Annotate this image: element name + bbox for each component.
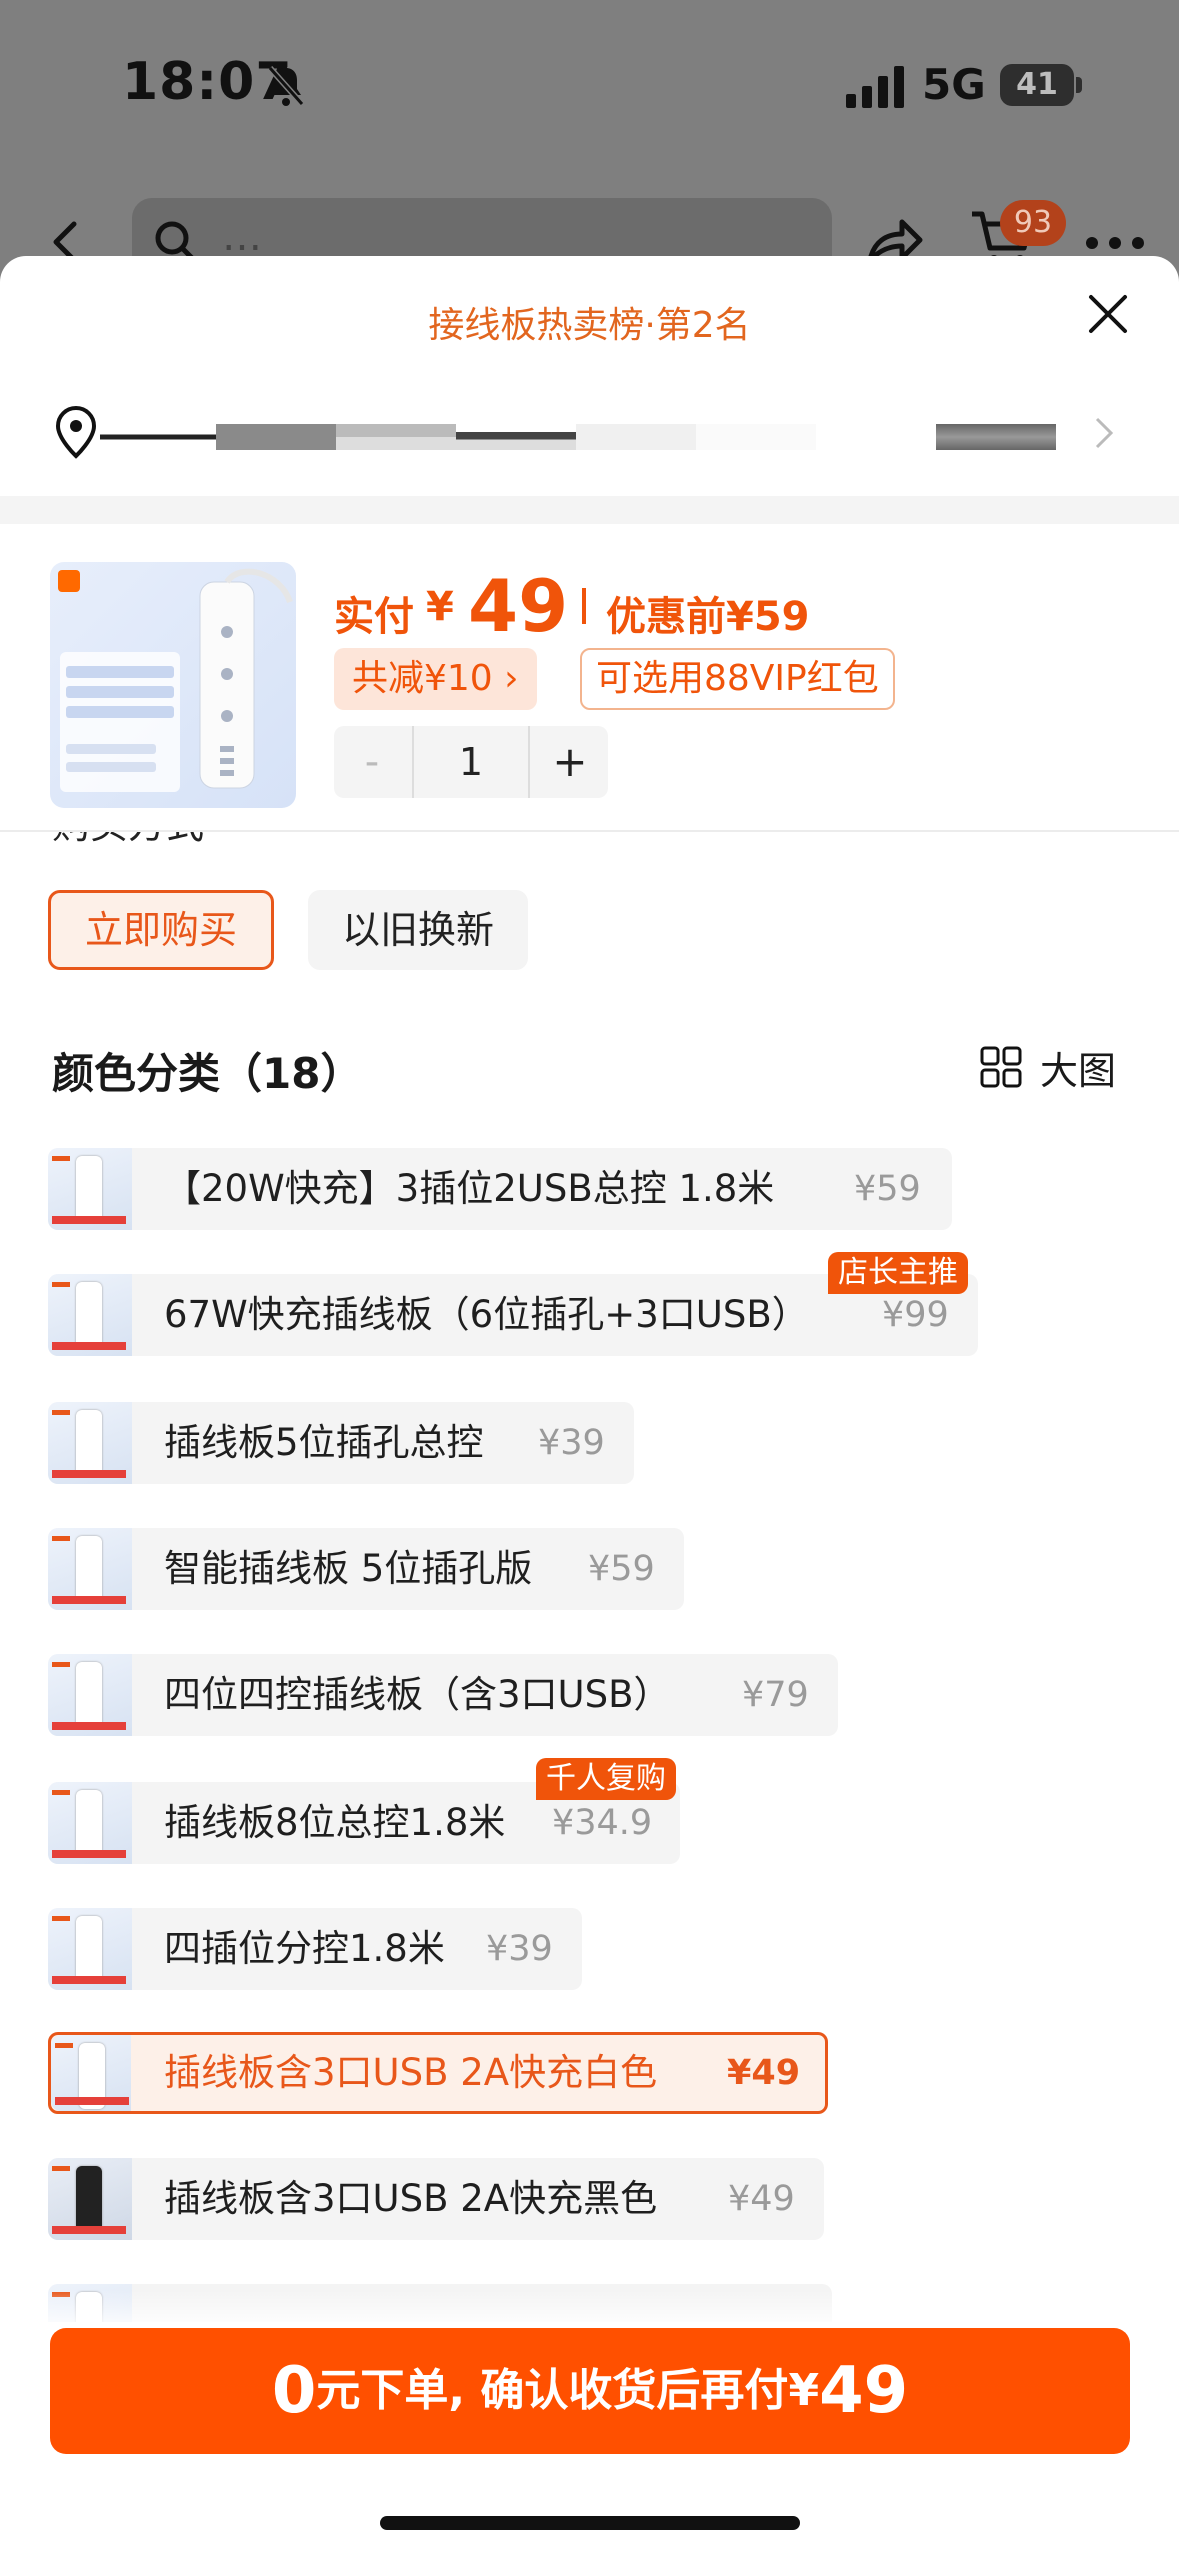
chevron-right-icon [1095, 417, 1114, 449]
variant-thumbnail [48, 1402, 132, 1484]
quantity-value[interactable]: 1 [412, 726, 530, 798]
cart-badge: 93 [1000, 200, 1066, 246]
address-redacted [100, 424, 1060, 450]
variant-name: 插线板含3口USB 2A快充白色 [164, 2051, 658, 2094]
variant-price: ¥59 [588, 1549, 655, 1589]
variant-name: 四插位分控1.8米 [164, 1927, 445, 1970]
vip-redpacket-chip[interactable]: 可选用88VIP红包 [580, 648, 895, 710]
power-strip-illustration [58, 568, 293, 792]
variant-name: 67W快充插线板（6位插孔+3口USB） [164, 1293, 809, 1336]
home-indicator [380, 2516, 800, 2530]
variant-thumbnail [51, 2035, 131, 2111]
cta-zero: 0 [271, 2354, 317, 2428]
variant-option[interactable]: 四插位分控1.8米 ¥39 [48, 1908, 582, 1990]
variant-price: ¥39 [538, 1423, 605, 1463]
price-before-discount: 优惠前¥59 [606, 594, 810, 640]
variant-price: ¥39 [486, 1929, 553, 1969]
final-price: 49 [468, 564, 569, 648]
variant-name: 插线板8位总控1.8米 [164, 1801, 506, 1844]
buy-now-option[interactable]: 立即购买 [48, 890, 275, 970]
background-search-text: … [222, 214, 262, 260]
more-icon[interactable] [1085, 236, 1145, 250]
ranking-title[interactable]: 接线板热卖榜·第2名 [0, 296, 1179, 348]
signal-icon [846, 66, 904, 108]
variant-option[interactable]: 插线板5位插孔总控 ¥39 [48, 1402, 634, 1484]
variant-thumbnail [48, 1654, 132, 1736]
variant-option[interactable]: 四位四控插线板（含3口USB） ¥79 [48, 1654, 838, 1736]
bell-muted-icon [267, 66, 305, 106]
variant-price: ¥49 [727, 2053, 801, 2093]
variant-thumbnail [48, 2158, 132, 2240]
cta-yen: ¥ [788, 2365, 820, 2416]
discount-chip[interactable]: 共减¥10 › [334, 648, 537, 710]
grid-view-icon[interactable] [980, 1046, 1022, 1088]
status-bar: 18:07 5G 41 [0, 0, 1179, 170]
variant-name: 智能插线板 5位插孔版 [164, 1547, 533, 1590]
product-image[interactable] [50, 562, 296, 808]
variant-thumbnail [48, 1274, 132, 1356]
quantity-stepper: - 1 + [334, 726, 608, 798]
network-type: 5G [922, 60, 986, 109]
variant-price: ¥59 [854, 1169, 921, 1209]
decrease-button[interactable]: - [334, 726, 410, 798]
repurchase-tag: 千人复购 [536, 1758, 676, 1800]
close-icon[interactable] [1088, 294, 1128, 334]
variant-option[interactable]: 智能插线板 5位插孔版 ¥59 [48, 1528, 684, 1610]
increase-button[interactable]: + [532, 726, 608, 798]
location-pin-icon [55, 405, 97, 459]
variant-price: ¥49 [728, 2179, 795, 2219]
variant-name: 插线板含3口USB 2A快充黑色 [164, 2177, 658, 2220]
battery-tip [1076, 77, 1082, 93]
variant-name: 插线板5位插孔总控 [164, 1421, 484, 1464]
final-price-label: 实付 [334, 594, 414, 640]
price-separator [582, 588, 586, 624]
big-view-toggle[interactable]: 大图 [1040, 1040, 1116, 1095]
variant-thumbnail [48, 1782, 132, 1864]
variant-name: 【20W快充】3插位2USB总控 1.8米 [164, 1167, 775, 1210]
color-category-title: 颜色分类（18） [52, 1049, 363, 1098]
sku-selector-sheet: 接线板热卖榜·第2名 实付 ¥ 49 优惠前¥59 共减¥10 › 可选用88V… [0, 256, 1179, 2556]
recommend-tag: 店长主推 [828, 1252, 968, 1294]
variant-thumbnail [48, 1148, 132, 1230]
currency-symbol: ¥ [426, 584, 454, 630]
section-divider [0, 496, 1179, 524]
variant-option[interactable]: 插线板含3口USB 2A快充黑色 ¥49 [48, 2158, 824, 2240]
trade-in-option[interactable]: 以旧换新 [308, 890, 529, 970]
variant-thumbnail [48, 1908, 132, 1990]
product-summary: 实付 ¥ 49 优惠前¥59 共减¥10 › 可选用88VIP红包 - 1 + [0, 524, 1179, 832]
variant-option-selected[interactable]: 插线板含3口USB 2A快充白色 ¥49 [48, 2032, 828, 2114]
variant-price: ¥79 [742, 1675, 809, 1715]
cta-amount: 49 [819, 2354, 909, 2428]
variant-option[interactable]: 【20W快充】3插位2USB总控 1.8米 ¥59 [48, 1148, 952, 1230]
variant-name: 四位四控插线板（含3口USB） [164, 1673, 671, 1716]
confirm-order-button[interactable]: 0元下单, 确认收货后再付¥49 [50, 2328, 1130, 2454]
battery-icon: 41 [1000, 64, 1074, 106]
variant-thumbnail [48, 1528, 132, 1610]
cta-text: 元下单, 确认收货后再付 [316, 2365, 789, 2416]
